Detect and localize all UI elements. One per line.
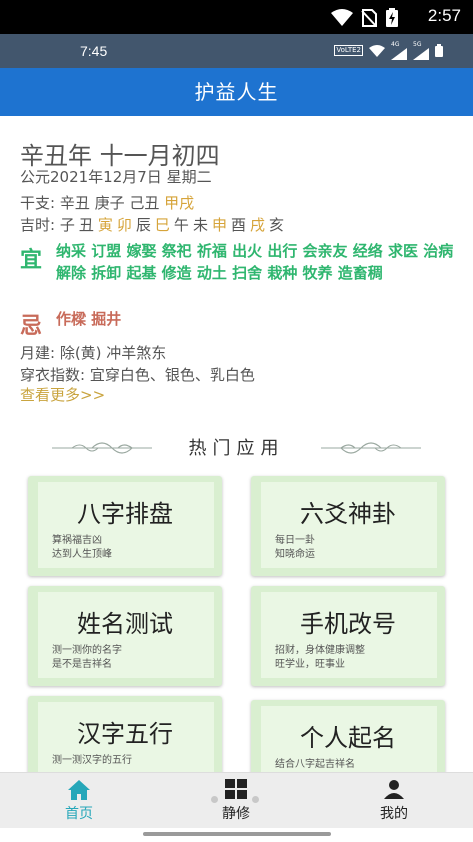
ganzhi-prefix: 干支: 辛丑 庚子 己丑 — [20, 194, 165, 212]
wifi-icon — [331, 9, 353, 26]
nav-profile-label: 我的 — [380, 806, 408, 822]
lucky-hours-label: 吉时: — [20, 216, 60, 234]
card-title: 手机改号 — [300, 610, 396, 638]
signal-4g-icon: 4G — [391, 41, 407, 60]
page-dot — [211, 796, 218, 803]
app-bar: 护益人生 — [0, 68, 473, 116]
yi-block: 宜 纳采 订盟 嫁娶 祭祀 祈福 出火 出行 会亲友 经络 求医 治病 解除 拆… — [20, 240, 460, 284]
card-desc-1: 测一测汉字的五行 — [52, 755, 132, 766]
yi-label: 宜 — [20, 248, 43, 273]
ganzhi-highlight: 甲戌 — [164, 194, 195, 212]
hour-item: 巳 — [154, 216, 170, 234]
battery-icon — [435, 44, 443, 57]
card-title: 姓名测试 — [77, 610, 173, 638]
hour-item: 子 — [59, 216, 75, 234]
page-indicator — [211, 796, 259, 803]
person-icon — [384, 780, 404, 799]
app-status-time: 7:45 — [80, 43, 108, 59]
hour-item: 辰 — [135, 216, 151, 234]
nav-home-label: 首页 — [65, 806, 93, 822]
card-desc-2: 是不是吉祥名 — [52, 659, 112, 670]
hour-item: 寅 — [97, 216, 113, 234]
card-title: 汉字五行 — [77, 720, 173, 748]
volte-icon: VoLTE2 — [334, 45, 363, 56]
hour-item: 酉 — [230, 216, 246, 234]
view-more-link[interactable]: 查看更多>> — [20, 384, 105, 405]
card-desc-1: 结合八字起吉祥名 — [275, 759, 355, 770]
hour-item: 未 — [192, 216, 208, 234]
month-build: 月建: 除(黄) 冲羊煞东 — [20, 344, 167, 362]
hour-item: 丑 — [78, 216, 94, 234]
ji-block: 忌 作樑 掘井 — [20, 308, 122, 339]
battery-charging-icon — [386, 8, 398, 27]
card-desc: 招财，身体健康调整 旺学业，旺事业 — [275, 644, 365, 672]
card-desc-1: 每日一卦 — [275, 535, 315, 546]
card-title: 个人起名 — [300, 724, 396, 752]
ji-items: 作樑 掘井 — [56, 310, 122, 328]
card-desc: 每日一卦 知晓命运 — [275, 534, 315, 562]
card-desc: 结合八字起吉祥名 — [275, 758, 355, 772]
home-icon — [68, 780, 90, 800]
card-name-test[interactable]: 姓名测试 测一测你的名字 是不是吉祥名 — [28, 586, 222, 686]
card-desc-1: 招财，身体健康调整 — [275, 645, 365, 656]
nav-meditation-label: 静修 — [222, 806, 250, 822]
hour-item: 亥 — [269, 216, 285, 234]
nav-profile[interactable]: 我的 — [344, 773, 444, 829]
system-time: 2:57 — [427, 6, 461, 25]
yi-items: 纳采 订盟 嫁娶 祭祀 祈福 出火 出行 会亲友 经络 求医 治病 解除 拆卸 … — [56, 242, 454, 282]
hour-item: 卯 — [116, 216, 132, 234]
app-title: 护益人生 — [194, 80, 279, 104]
app-status-icons: VoLTE2 4G 5G — [334, 41, 443, 60]
card-liuyao[interactable]: 六爻神卦 每日一卦知晓命运 — [251, 476, 445, 576]
page-dot — [252, 796, 259, 803]
signal-5g-icon: 5G — [413, 41, 429, 60]
home-gesture-bar[interactable] — [143, 832, 331, 836]
card-naming[interactable]: 个人起名 结合八字起吉祥名 — [251, 700, 445, 772]
wifi-icon — [369, 44, 385, 57]
card-desc-1: 算祸福吉凶 — [52, 535, 102, 546]
app-status-bar: 7:45 VoLTE2 4G 5G — [0, 34, 473, 68]
ganzhi-line: 干支: 辛丑 庚子 己丑 甲戌 — [20, 192, 194, 213]
card-desc-1: 测一测你的名字 — [52, 645, 122, 656]
card-desc-2: 旺学业，旺事业 — [275, 659, 345, 670]
card-bazi[interactable]: 八字排盘 算祸福吉凶达到人生顶峰 — [28, 476, 222, 576]
hour-item: 申 — [211, 216, 227, 234]
card-title: 六爻神卦 — [300, 500, 396, 528]
lucky-hours-line: 吉时: 子丑寅卯辰巳午未申酉戌亥 — [20, 214, 288, 235]
signal-5g-label: 5G — [413, 40, 422, 48]
card-desc-2: 达到人生顶峰 — [52, 549, 112, 560]
gesture-area — [0, 828, 473, 842]
hour-item: 午 — [173, 216, 189, 234]
right-ornament-icon — [321, 442, 421, 454]
dress-index: 穿衣指数: 宜穿白色、银色、乳白色 — [20, 366, 255, 384]
main-content[interactable]: 辛丑年 十一月初四 公元2021年12月7日 星期二 干支: 辛丑 庚子 己丑 … — [0, 116, 473, 772]
card-desc: 算祸福吉凶达到人生顶峰 — [52, 534, 112, 562]
card-desc-2: 知晓命运 — [275, 549, 315, 560]
system-status-bar: 2:57 — [0, 0, 473, 34]
card-hanzi-wuxing[interactable]: 汉字五行 测一测汉字的五行 — [28, 696, 222, 772]
ji-label: 忌 — [20, 314, 43, 339]
signal-4g-label: 4G — [391, 40, 400, 48]
card-desc: 测一测汉字的五行 — [52, 754, 132, 768]
nav-home[interactable]: 首页 — [29, 773, 129, 829]
card-phone-number[interactable]: 手机改号 招财，身体健康调整 旺学业，旺事业 — [251, 586, 445, 686]
card-desc: 测一测你的名字 是不是吉祥名 — [52, 644, 122, 672]
card-title: 八字排盘 — [77, 500, 173, 528]
solar-date: 公元2021年12月7日 星期二 — [20, 168, 212, 186]
hour-item: 戌 — [249, 216, 265, 234]
no-sim-icon — [361, 9, 377, 27]
system-status-icons — [331, 8, 399, 28]
